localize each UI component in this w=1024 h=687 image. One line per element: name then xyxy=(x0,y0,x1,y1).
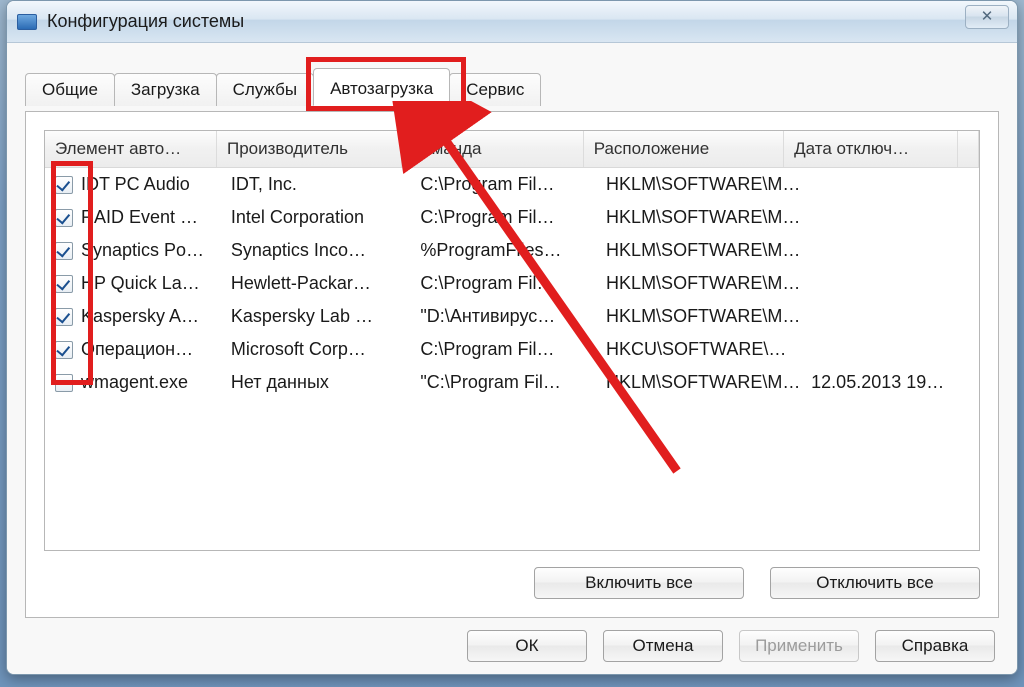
col-header-spacer xyxy=(958,131,979,167)
col-header-location[interactable]: Расположение xyxy=(584,131,784,167)
table-row[interactable]: IDT PC Audio IDT, Inc.C:\Program Fil…HKLM… xyxy=(45,168,979,201)
cell-vendor: Hewlett-Packar… xyxy=(221,271,411,296)
startup-tabpanel: Элемент авто… Производитель Команда Расп… xyxy=(25,111,999,618)
listview-body: IDT PC AudioIDT, Inc.C:\Program Fil…HKLM… xyxy=(45,168,979,550)
window-title: Конфигурация системы xyxy=(47,11,244,32)
apply-button: Применить xyxy=(739,630,859,662)
row-checkbox[interactable] xyxy=(55,176,73,194)
col-header-date[interactable]: Дата отключ… xyxy=(784,131,958,167)
tab-general[interactable]: Общие xyxy=(25,73,115,106)
cell-vendor: Synaptics Inco… xyxy=(221,238,411,263)
tabstrip: Общие Загрузка Службы Автозагрузка Серви… xyxy=(25,61,999,105)
client-area: Общие Загрузка Службы Автозагрузка Серви… xyxy=(7,43,1017,674)
table-row[interactable]: HP Quick La… Hewlett-Packar…C:\Program Fi… xyxy=(45,267,979,300)
cell-command: C:\Program Fil… xyxy=(410,205,596,230)
cell-date xyxy=(801,238,979,263)
cell-location: HKCU\SOFTWARE\… xyxy=(596,337,801,362)
row-checkbox[interactable] xyxy=(55,308,73,326)
tab-boot[interactable]: Загрузка xyxy=(114,73,217,106)
cell-date xyxy=(801,172,979,197)
cell-date xyxy=(801,304,979,329)
cell-vendor: IDT, Inc. xyxy=(221,172,411,197)
cell-command: %ProgramFiles… xyxy=(410,238,596,263)
enable-all-button[interactable]: Включить все xyxy=(534,567,744,599)
cell-vendor: Intel Corporation xyxy=(221,205,411,230)
disable-all-button[interactable]: Отключить все xyxy=(770,567,980,599)
ok-button[interactable]: ОК xyxy=(467,630,587,662)
item-label: IDT PC Audio xyxy=(81,174,190,195)
col-header-vendor[interactable]: Производитель xyxy=(217,131,402,167)
help-button[interactable]: Справка xyxy=(875,630,995,662)
dialog-button-row: ОК Отмена Применить Справка xyxy=(25,624,999,662)
tab-services[interactable]: Службы xyxy=(216,73,314,106)
row-checkbox[interactable] xyxy=(55,341,73,359)
cell-item: Synaptics Po… xyxy=(45,238,221,263)
item-label: RAID Event … xyxy=(81,207,198,228)
titlebar[interactable]: Конфигурация системы ✕ xyxy=(7,1,1017,43)
table-row[interactable]: Kaspersky A… Kaspersky Lab …"D:\Антивирус… xyxy=(45,300,979,333)
cell-command: "D:\Антивирус… xyxy=(410,304,596,329)
cell-vendor: Microsoft Corp… xyxy=(221,337,411,362)
cell-item: IDT PC Audio xyxy=(45,172,221,197)
cell-location: HKLM\SOFTWARE\M… xyxy=(596,238,801,263)
col-header-command[interactable]: Команда xyxy=(402,131,583,167)
listview-header[interactable]: Элемент авто… Производитель Команда Расп… xyxy=(45,131,979,168)
startup-listview[interactable]: Элемент авто… Производитель Команда Расп… xyxy=(44,130,980,551)
cell-location: HKLM\SOFTWARE\M… xyxy=(596,205,801,230)
item-label: Операцион… xyxy=(81,339,193,360)
item-label: HP Quick La… xyxy=(81,273,200,294)
cell-item: HP Quick La… xyxy=(45,271,221,296)
close-button[interactable]: ✕ xyxy=(965,5,1009,29)
tab-tools[interactable]: Сервис xyxy=(449,73,541,106)
cell-date xyxy=(801,205,979,230)
cell-vendor: Kaspersky Lab … xyxy=(221,304,411,329)
cell-command: C:\Program Fil… xyxy=(410,271,596,296)
cell-item: wmagent.exe xyxy=(45,370,221,395)
cell-date: 12.05.2013 19… xyxy=(801,370,979,395)
cell-location: HKLM\SOFTWARE\M… xyxy=(596,370,801,395)
cancel-button[interactable]: Отмена xyxy=(603,630,723,662)
cell-item: Операцион… xyxy=(45,337,221,362)
cell-location: HKLM\SOFTWARE\M… xyxy=(596,271,801,296)
cell-location: HKLM\SOFTWARE\M… xyxy=(596,172,801,197)
table-row[interactable]: Операцион… Microsoft Corp…C:\Program Fil…… xyxy=(45,333,979,366)
tab-startup[interactable]: Автозагрузка xyxy=(313,68,450,106)
cell-item: RAID Event … xyxy=(45,205,221,230)
cell-date xyxy=(801,337,979,362)
row-checkbox[interactable] xyxy=(55,275,73,293)
cell-command: "C:\Program Fil… xyxy=(410,370,596,395)
panel-button-row: Включить все Отключить все xyxy=(44,551,980,599)
cell-vendor: Нет данных xyxy=(221,370,411,395)
item-label: Synaptics Po… xyxy=(81,240,204,261)
cell-date xyxy=(801,271,979,296)
cell-item: Kaspersky A… xyxy=(45,304,221,329)
row-checkbox[interactable] xyxy=(55,374,73,392)
table-row[interactable]: wmagent.exe Нет данных"C:\Program Fil…HKL… xyxy=(45,366,979,399)
cell-location: HKLM\SOFTWARE\M… xyxy=(596,304,801,329)
item-label: wmagent.exe xyxy=(81,372,188,393)
table-row[interactable]: Synaptics Po… Synaptics Inco…%ProgramFile… xyxy=(45,234,979,267)
row-checkbox[interactable] xyxy=(55,209,73,227)
row-checkbox[interactable] xyxy=(55,242,73,260)
col-header-item[interactable]: Элемент авто… xyxy=(45,131,217,167)
cell-command: C:\Program Fil… xyxy=(410,172,596,197)
app-icon xyxy=(17,14,37,30)
msconfig-window: Конфигурация системы ✕ Общие Загрузка Сл… xyxy=(6,0,1018,675)
item-label: Kaspersky A… xyxy=(81,306,199,327)
table-row[interactable]: RAID Event … Intel CorporationC:\Program … xyxy=(45,201,979,234)
cell-command: C:\Program Fil… xyxy=(410,337,596,362)
